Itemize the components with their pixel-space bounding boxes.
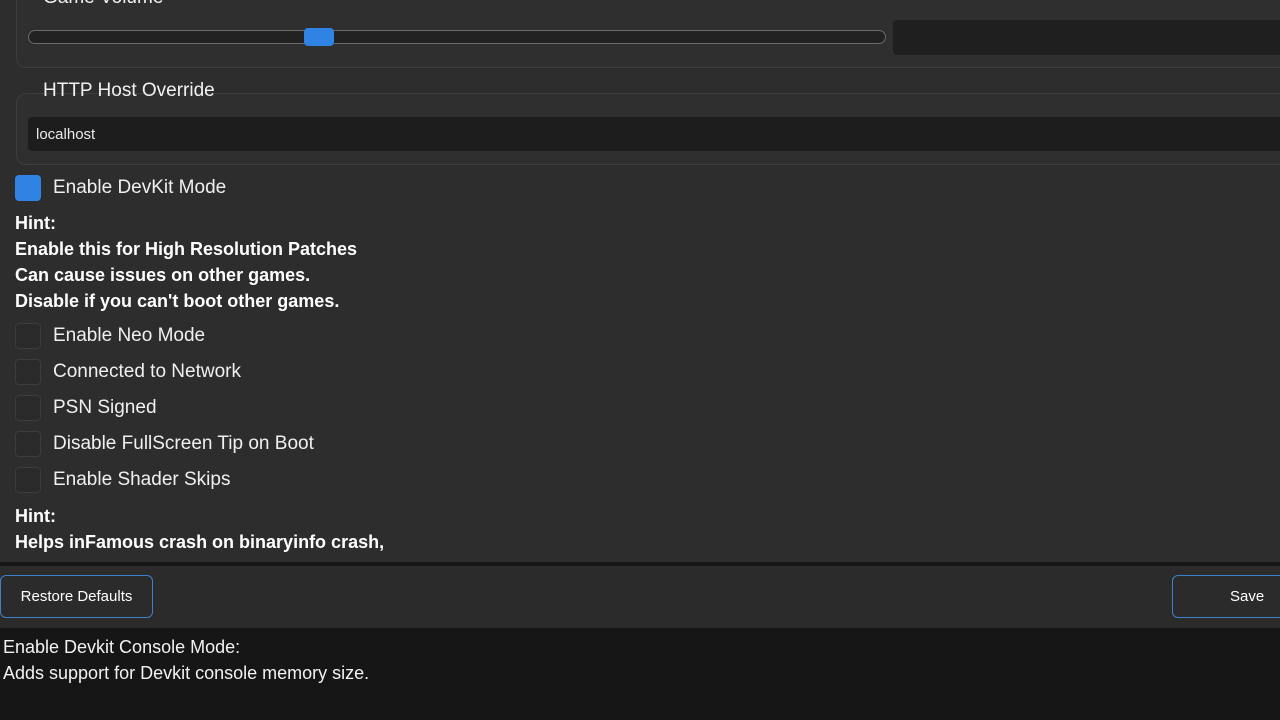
volume-slider-track[interactable]: [28, 30, 886, 44]
connected-network-row[interactable]: Connected to Network: [15, 358, 241, 386]
devkit-hint-title: Hint:: [15, 213, 56, 233]
fullscreen-tip-row[interactable]: Disable FullScreen Tip on Boot: [15, 430, 314, 458]
save-button[interactable]: Save: [1172, 575, 1280, 618]
http-host-title: HTTP Host Override: [43, 80, 215, 101]
button-bar: Restore Defaults Save: [0, 566, 1280, 628]
shader-skips-checkbox[interactable]: [15, 467, 41, 493]
fullscreen-tip-label: Disable FullScreen Tip on Boot: [53, 433, 314, 454]
game-volume-title: Game Volume: [43, 0, 163, 9]
psn-signed-label: PSN Signed: [53, 397, 157, 418]
psn-signed-row[interactable]: PSN Signed: [15, 394, 157, 422]
shader-hint: Hint: Helps inFamous crash on binaryinfo…: [15, 503, 384, 555]
shader-hint-title: Hint:: [15, 506, 56, 526]
neo-mode-checkbox[interactable]: [15, 323, 41, 349]
neo-mode-row[interactable]: Enable Neo Mode: [15, 322, 205, 350]
devkit-hint-line-1: Enable this for High Resolution Patches: [15, 239, 358, 259]
shader-skips-label: Enable Shader Skips: [53, 469, 231, 490]
connected-network-label: Connected to Network: [53, 361, 241, 382]
devkit-mode-label: Enable DevKit Mode: [53, 177, 227, 198]
connected-network-checkbox[interactable]: [15, 359, 41, 385]
http-host-input[interactable]: localhost: [28, 117, 1280, 151]
devkit-mode-row[interactable]: Enable DevKit Mode: [15, 174, 226, 202]
neo-mode-label: Enable Neo Mode: [53, 325, 206, 346]
psn-signed-checkbox[interactable]: [15, 395, 41, 421]
description-body: Adds support for Devkit console memory s…: [3, 663, 370, 683]
shader-skips-row[interactable]: Enable Shader Skips: [15, 466, 230, 494]
devkit-hint-line-3: Disable if you can't boot other games.: [15, 291, 340, 311]
volume-value-box: [893, 20, 1280, 55]
description-title: Enable Devkit Console Mode:: [3, 637, 241, 657]
fullscreen-tip-checkbox[interactable]: [15, 431, 41, 457]
devkit-hint: Hint: Enable this for High Resolution Pa…: [15, 210, 357, 314]
devkit-mode-checkbox[interactable]: [15, 175, 41, 201]
settings-panel: Game Volume HTTP Host Override localhost…: [0, 0, 1280, 562]
devkit-hint-line-2: Can cause issues on other games.: [15, 265, 311, 285]
shader-hint-line-1: Helps inFamous crash on binaryinfo crash…: [15, 532, 385, 552]
description-panel: Enable Devkit Console Mode: Adds support…: [3, 634, 369, 686]
volume-slider-thumb[interactable]: [304, 28, 334, 46]
restore-defaults-button[interactable]: Restore Defaults: [0, 575, 153, 618]
